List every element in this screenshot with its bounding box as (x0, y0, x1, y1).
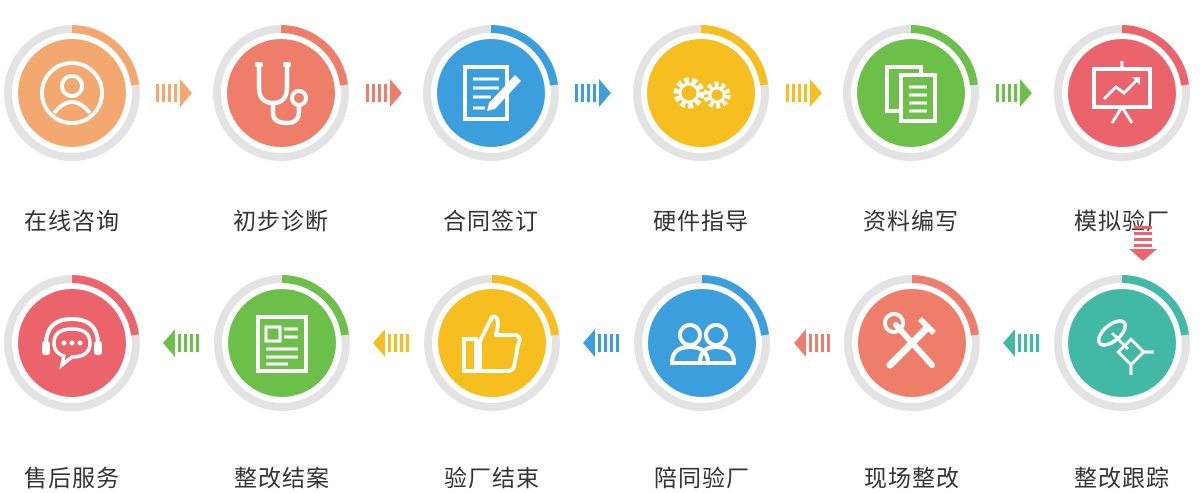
step-label: 资料编写 (863, 209, 959, 235)
flow-arrow-left-icon (999, 328, 1039, 358)
step-rectification-closure: 整改结案 (212, 273, 352, 492)
presentation-chart-icon (1082, 53, 1162, 133)
step-label: 验厂结束 (444, 466, 540, 492)
step-audit-complete: 验厂结束 (422, 273, 562, 492)
step-initial-diagnosis: 初步诊断 (211, 23, 351, 235)
step-label: 合同签订 (443, 209, 539, 235)
step-after-sales-service: 售后服务 (2, 273, 142, 492)
flow-arrow-down-icon (1128, 226, 1158, 262)
stethoscope-icon (241, 53, 321, 133)
flow-arrow-right-icon (575, 78, 615, 108)
step-label: 售后服务 (24, 466, 120, 492)
step-document-writing: 资料编写 (841, 23, 981, 235)
tools-icon (872, 303, 952, 383)
flow-arrow-left-icon (369, 328, 409, 358)
step-label: 在线咨询 (24, 209, 120, 235)
step-online-consult: 在线咨询 (2, 23, 142, 235)
people-icon (662, 303, 742, 383)
satellite-dish-icon (1082, 303, 1162, 383)
step-rectification-tracking: 整改跟踪 (1052, 273, 1192, 492)
step-label: 整改结案 (234, 466, 330, 492)
user-icon (32, 53, 112, 133)
flow-arrow-left-icon (159, 328, 199, 358)
step-label: 模拟验厂 (1074, 209, 1170, 235)
step-contract-signing: 合同签订 (421, 23, 561, 235)
thumbs-up-icon (452, 303, 532, 383)
step-label: 硬件指导 (653, 209, 749, 235)
flow-arrow-left-icon (579, 328, 619, 358)
headset-chat-icon (32, 303, 112, 383)
step-onsite-rectification: 现场整改 (842, 273, 982, 492)
documents-icon (871, 53, 951, 133)
step-label: 整改跟踪 (1074, 466, 1170, 492)
flow-arrow-right-icon (786, 78, 826, 108)
flow-arrow-right-icon (156, 78, 196, 108)
step-label: 陪同验厂 (654, 466, 750, 492)
step-mock-audit: 模拟验厂 (1052, 23, 1192, 235)
step-hardware-guidance: 硬件指导 (631, 23, 771, 235)
step-accompany-audit: 陪同验厂 (632, 273, 772, 492)
step-label: 现场整改 (864, 466, 960, 492)
contract-sign-icon (451, 53, 531, 133)
flow-arrow-left-icon (790, 328, 830, 358)
report-document-icon (242, 303, 322, 383)
flow-arrow-right-icon (366, 78, 406, 108)
step-label: 初步诊断 (233, 209, 329, 235)
flow-arrow-right-icon (996, 78, 1036, 108)
gears-icon (661, 53, 741, 133)
